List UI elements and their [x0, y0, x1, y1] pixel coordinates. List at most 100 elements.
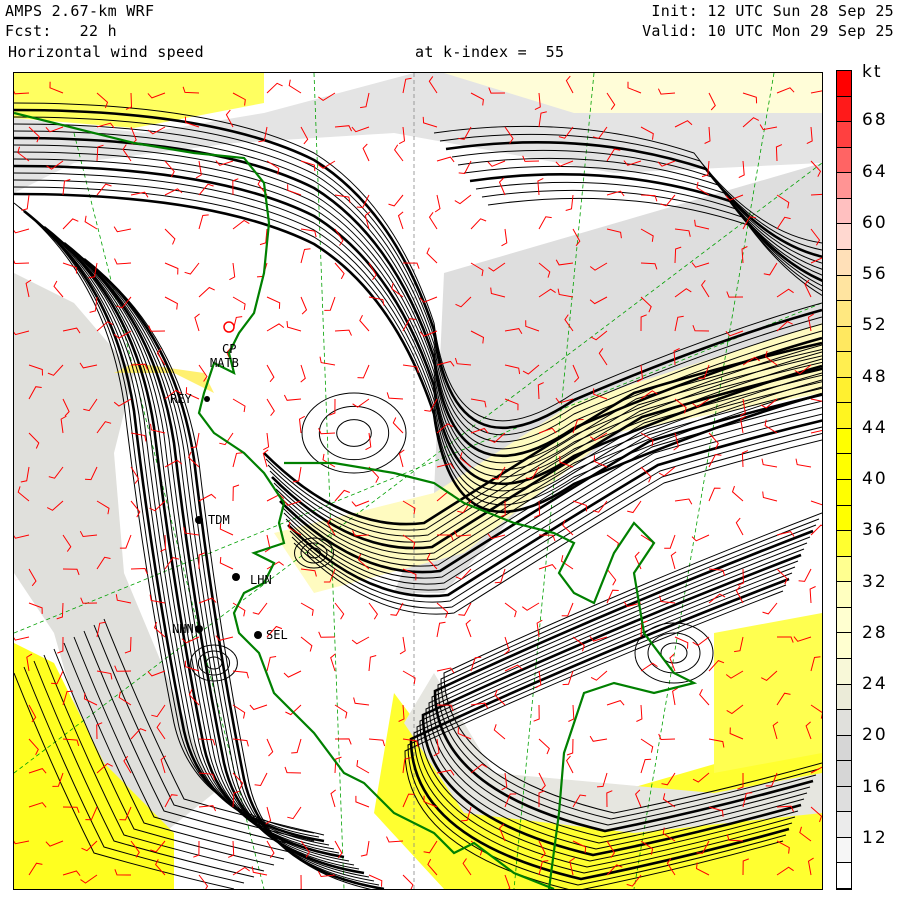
forecast-hour: Fcst: 22 h: [5, 22, 117, 40]
wind-barb: [762, 491, 778, 502]
colorbar-label: 52: [862, 315, 888, 336]
wind-barb: [232, 452, 243, 468]
colorbar-label: 36: [862, 520, 888, 541]
colorbar-segment: [837, 863, 851, 889]
wind-barb: [606, 700, 625, 706]
wind-barb: [538, 216, 552, 230]
colorbar-segment: [837, 812, 851, 838]
wind-barb: [731, 485, 744, 502]
wind-map: CP MATB REY TDM LHN NHN SEL: [11, 72, 877, 894]
wind-barb: [674, 498, 693, 505]
wind-barb: [291, 738, 302, 754]
wind-barb: [300, 248, 311, 264]
wind-barb: [232, 398, 246, 413]
wind-barb: [640, 738, 654, 753]
wind-barb: [184, 262, 200, 275]
colorbar-segment: [837, 837, 851, 864]
wind-barb: [458, 160, 472, 175]
wind-barb: [318, 631, 336, 638]
level-index: at k-index = 55: [415, 43, 565, 61]
wind-barb: [504, 602, 517, 618]
wind-barb: [589, 735, 608, 742]
colorbar-segment: [837, 326, 851, 353]
wind-barb: [351, 636, 370, 645]
svg-text:LHN: LHN: [250, 573, 272, 587]
colorbar-segment: [837, 531, 851, 557]
wind-barb: [494, 568, 506, 584]
wind-barb: [368, 738, 386, 747]
colorbar-label: 28: [862, 622, 888, 643]
colorbar-segment: [837, 249, 851, 276]
wind-barb: [606, 534, 619, 550]
wind-barb: [300, 636, 313, 652]
wind-barb: [198, 805, 217, 812]
wind-barb: [300, 364, 306, 383]
station-matb[interactable]: MATB: [210, 356, 239, 370]
colorbar-segment: [837, 352, 851, 378]
wind-barb: [798, 568, 812, 582]
wind-barb: [368, 602, 379, 620]
wind-barb: [658, 466, 676, 477]
wind-barb: [735, 517, 744, 536]
wind-barb: [708, 487, 721, 502]
wind-barb: [565, 194, 574, 211]
wind-barb: [670, 551, 677, 570]
wind-barb: [11, 634, 30, 641]
colorbar-segment: [837, 275, 851, 302]
shade-yellow-east: [714, 613, 822, 773]
wind-barb: [428, 212, 438, 230]
wind-barb: [436, 156, 455, 163]
colorbar-label: 48: [862, 366, 888, 387]
wind-barb: [334, 489, 350, 502]
wind-barb: [658, 733, 676, 741]
init-time: Init: 12 UTC Sun 28 Sep 25: [651, 2, 894, 20]
wind-barb: [470, 218, 487, 230]
svg-text:NHN: NHN: [172, 622, 194, 636]
wind-barb: [330, 653, 336, 672]
wind-barb: [465, 619, 472, 638]
colorbar-segment: [837, 428, 851, 455]
wind-barb: [194, 313, 200, 332]
wind-barb: [229, 262, 236, 281]
wind-barb: [454, 194, 472, 205]
wind-barb: [566, 755, 574, 774]
colorbar-segment: [837, 71, 851, 97]
colorbar-segment: [837, 301, 851, 327]
wind-barb: [114, 258, 132, 265]
wind-barb: [266, 364, 275, 383]
wind-barb: [130, 567, 148, 575]
colorbar-segment: [837, 556, 851, 583]
colorbar-label: 44: [862, 417, 888, 438]
wind-barb: [11, 227, 30, 234]
wind-barb: [636, 704, 643, 722]
wind-barb: [501, 228, 508, 247]
colorbar-segment: [837, 377, 851, 404]
station-lhn[interactable]: LHN: [232, 573, 272, 587]
wind-barb: [283, 394, 302, 401]
wind-barb: [300, 602, 314, 616]
svg-text:REY: REY: [170, 392, 192, 406]
colorbar-unit: kt: [862, 62, 883, 82]
wind-barb: [164, 262, 179, 275]
wind-barb: [251, 866, 268, 876]
colorbar-segment: [837, 454, 851, 480]
wind-barb: [353, 697, 370, 706]
wind-barb: [664, 534, 676, 549]
wind-barb: [397, 211, 404, 230]
colorbar-segment: [837, 786, 851, 813]
wind-barb: [232, 484, 240, 502]
colorbar-label: 40: [862, 469, 888, 489]
svg-text:SEL: SEL: [266, 628, 288, 642]
wind-barb: [522, 602, 540, 611]
wind-barb: [436, 621, 446, 638]
streamline-eddy: [336, 419, 372, 447]
station-cp[interactable]: CP: [222, 321, 236, 356]
colorbar-segment: [837, 198, 851, 225]
wind-barb: [810, 500, 825, 512]
wind-barb: [266, 323, 285, 332]
wind-barb: [286, 321, 302, 332]
wind-barb: [262, 449, 269, 468]
wind-barb: [12, 257, 30, 265]
station-sel[interactable]: SEL: [254, 628, 288, 642]
wind-barb: [232, 670, 249, 679]
